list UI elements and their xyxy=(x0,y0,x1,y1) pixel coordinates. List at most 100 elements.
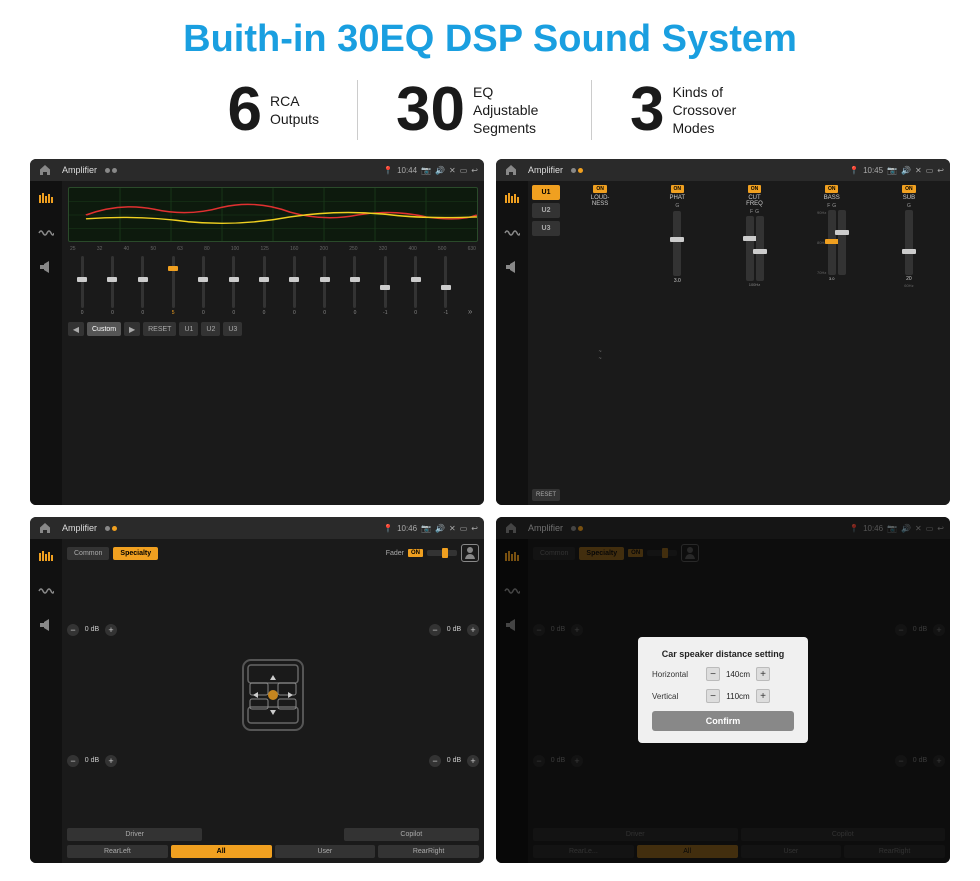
eq-sidebar-icon-2[interactable] xyxy=(502,189,522,209)
channel-phat: ON PHAT G 3.0 xyxy=(640,185,714,501)
db-val-rr: 0 dB xyxy=(443,757,465,764)
eq-slider-8[interactable]: 0 xyxy=(280,256,308,316)
wave-sidebar-icon-3[interactable] xyxy=(36,581,56,601)
eq-slider-5[interactable]: 0 xyxy=(189,256,217,316)
plus-rr[interactable]: + xyxy=(467,755,479,767)
phat-label: PHAT xyxy=(670,195,686,201)
expand-arrow[interactable]: » xyxy=(462,307,478,316)
status-right-1: 📍 10:44 📷 🔊 ✕ ▭ ↩ xyxy=(383,166,478,175)
eq-sidebar-icon-3[interactable] xyxy=(36,547,56,567)
bass-on-badge: ON xyxy=(825,185,839,193)
specialty-tab[interactable]: Specialty xyxy=(113,547,158,560)
wave-sidebar-icon[interactable] xyxy=(36,223,56,243)
vertical-plus[interactable]: + xyxy=(756,689,770,703)
freq-labels: 25 32 40 50 63 80 100 125 160 200 250 32… xyxy=(68,246,478,252)
custom-button[interactable]: Custom xyxy=(87,322,121,336)
plus-fr[interactable]: + xyxy=(467,624,479,636)
phat-slider[interactable] xyxy=(673,211,681,276)
db-val-fr: 0 dB xyxy=(443,626,465,633)
camera-icon: 📷 xyxy=(421,166,431,175)
eq-slider-12[interactable]: 0 xyxy=(401,256,429,316)
loudness-label: LOUD-NESS xyxy=(591,195,610,207)
u1-button[interactable]: U1 xyxy=(179,322,198,336)
channel-sub: ON SUB G 20 60Hz xyxy=(872,185,946,501)
stats-row: 6 RCAOutputs 30 EQ AdjustableSegments 3 … xyxy=(30,79,950,141)
u2-button[interactable]: U2 xyxy=(201,322,220,336)
eq-slider-2[interactable]: 0 xyxy=(98,256,126,316)
vertical-minus[interactable]: − xyxy=(706,689,720,703)
home-icon-2[interactable] xyxy=(502,161,520,179)
eq-slider-7[interactable]: 0 xyxy=(250,256,278,316)
horizontal-minus[interactable]: − xyxy=(706,667,720,681)
sub-on-badge: ON xyxy=(902,185,916,193)
channel-bass: ON BASS F G 90Hz 80Hz xyxy=(795,185,869,501)
horizontal-value: 140cm xyxy=(723,670,753,679)
stat-rca: 6 RCAOutputs xyxy=(190,79,358,141)
back-icon-3[interactable]: ↩ xyxy=(471,524,478,533)
cutfreq-slider-g[interactable] xyxy=(756,216,764,281)
minus-rr[interactable]: − xyxy=(429,755,441,767)
car-diagram: − 0 dB + − 0 dB + xyxy=(67,566,479,824)
eq-slider-10[interactable]: 0 xyxy=(341,256,369,316)
all-button[interactable]: All xyxy=(171,845,272,858)
u2-preset[interactable]: U2 xyxy=(532,203,560,218)
cutfreq-on-badge: ON xyxy=(748,185,762,193)
screen-fader-dialog: Amplifier 📍 10:46 📷 🔊 ✕ ▭ ↩ xyxy=(496,517,950,863)
speaker-sidebar-icon-2[interactable] xyxy=(502,257,522,277)
main-title: Buith-in 30EQ DSP Sound System xyxy=(183,18,797,61)
person-icon xyxy=(461,544,479,562)
rearleft-button[interactable]: RearLeft xyxy=(67,845,168,858)
minus-fr[interactable]: − xyxy=(429,624,441,636)
rearright-button[interactable]: RearRight xyxy=(378,845,479,858)
user-button[interactable]: User xyxy=(275,845,376,858)
minus-fl[interactable]: − xyxy=(67,624,79,636)
speaker-sidebar-icon[interactable] xyxy=(36,257,56,277)
u3-button[interactable]: U3 xyxy=(223,322,242,336)
bass-slider-g[interactable] xyxy=(838,210,846,275)
eq-sidebar-icon[interactable] xyxy=(36,189,56,209)
page-wrapper: Buith-in 30EQ DSP Sound System 6 RCAOutp… xyxy=(0,0,980,881)
left-sidebar-2 xyxy=(496,181,528,505)
stat-crossover: 3 Kinds ofCrossover Modes xyxy=(592,79,790,141)
horizontal-plus[interactable]: + xyxy=(756,667,770,681)
driver-button[interactable]: Driver xyxy=(67,828,202,841)
plus-fl[interactable]: + xyxy=(105,624,117,636)
screen-eq: Amplifier 📍 10:44 📷 🔊 ✕ ▭ ↩ xyxy=(30,159,484,505)
eq-slider-4[interactable]: 5 xyxy=(159,256,187,316)
home-icon[interactable] xyxy=(36,161,54,179)
eq-slider-3[interactable]: 0 xyxy=(129,256,157,316)
eq-slider-1[interactable]: 0 xyxy=(68,256,96,316)
common-tab[interactable]: Common xyxy=(67,547,109,560)
u1-preset[interactable]: U1 xyxy=(532,185,560,200)
fader-slider[interactable] xyxy=(427,550,457,556)
wave-sidebar-icon-2[interactable] xyxy=(502,223,522,243)
next-button[interactable]: ▶ xyxy=(124,322,140,336)
stat-crossover-number: 3 xyxy=(630,79,664,141)
eq-slider-9[interactable]: 0 xyxy=(311,256,339,316)
plus-rl[interactable]: + xyxy=(105,755,117,767)
bass-slider-f[interactable] xyxy=(828,210,836,275)
reset-button[interactable]: RESET xyxy=(143,322,176,336)
back-icon[interactable]: ↩ xyxy=(471,166,478,175)
eq-slider-13[interactable]: -1 xyxy=(432,256,460,316)
reset-small-button[interactable]: RESET xyxy=(532,489,560,501)
home-icon-3[interactable] xyxy=(36,519,54,537)
eq-slider-11[interactable]: -1 xyxy=(371,256,399,316)
db-control-fr: − 0 dB + xyxy=(429,624,479,636)
u3-preset[interactable]: U3 xyxy=(532,221,560,236)
vertical-label: Vertical xyxy=(652,692,700,701)
channel-loudness: ON LOUD-NESS ~ ~ xyxy=(563,185,637,501)
speaker-sidebar-icon-3[interactable] xyxy=(36,615,56,635)
status-dots-1 xyxy=(105,168,117,173)
minus-rl[interactable]: − xyxy=(67,755,79,767)
copilot-button[interactable]: Copilot xyxy=(344,828,479,841)
stat-eq-text: EQ AdjustableSegments xyxy=(473,83,553,138)
stat-eq-number: 30 xyxy=(396,79,465,141)
db-control-rl: − 0 dB + xyxy=(67,755,117,767)
sub-slider[interactable] xyxy=(905,210,913,275)
back-icon-2[interactable]: ↩ xyxy=(937,166,944,175)
eq-slider-6[interactable]: 0 xyxy=(220,256,248,316)
confirm-button[interactable]: Confirm xyxy=(652,711,794,731)
prev-button[interactable]: ◀ xyxy=(68,322,84,336)
wifi-icon: ✕ xyxy=(449,166,456,175)
